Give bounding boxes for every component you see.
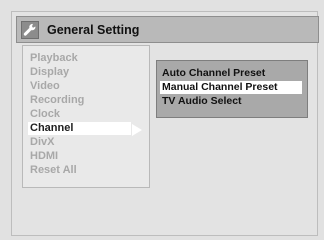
submenu: Auto Channel Preset Manual Channel Prese… xyxy=(156,60,308,118)
main-menu: Playback Display Video Recording Clock C… xyxy=(22,45,150,188)
menu-item-channel[interactable]: Channel xyxy=(28,122,131,135)
menu-item-playback[interactable]: Playback xyxy=(28,52,131,65)
menu-item-display[interactable]: Display xyxy=(28,66,131,79)
menu-item-video[interactable]: Video xyxy=(28,80,131,93)
submenu-item-tv-audio-select[interactable]: TV Audio Select xyxy=(160,95,302,108)
arrow-right-icon xyxy=(132,124,142,136)
submenu-item-auto-channel-preset[interactable]: Auto Channel Preset xyxy=(160,67,302,80)
menu-item-reset-all[interactable]: Reset All xyxy=(28,164,131,177)
page-title: General Setting xyxy=(47,22,140,37)
wrench-icon xyxy=(21,20,39,39)
menu-item-recording[interactable]: Recording xyxy=(28,94,131,107)
menu-item-clock[interactable]: Clock xyxy=(28,108,131,121)
submenu-item-manual-channel-preset[interactable]: Manual Channel Preset xyxy=(160,81,302,94)
menu-item-hdmi[interactable]: HDMI xyxy=(28,150,131,163)
menu-item-divx[interactable]: DivX xyxy=(28,136,131,149)
title-bar: General Setting xyxy=(16,16,319,43)
